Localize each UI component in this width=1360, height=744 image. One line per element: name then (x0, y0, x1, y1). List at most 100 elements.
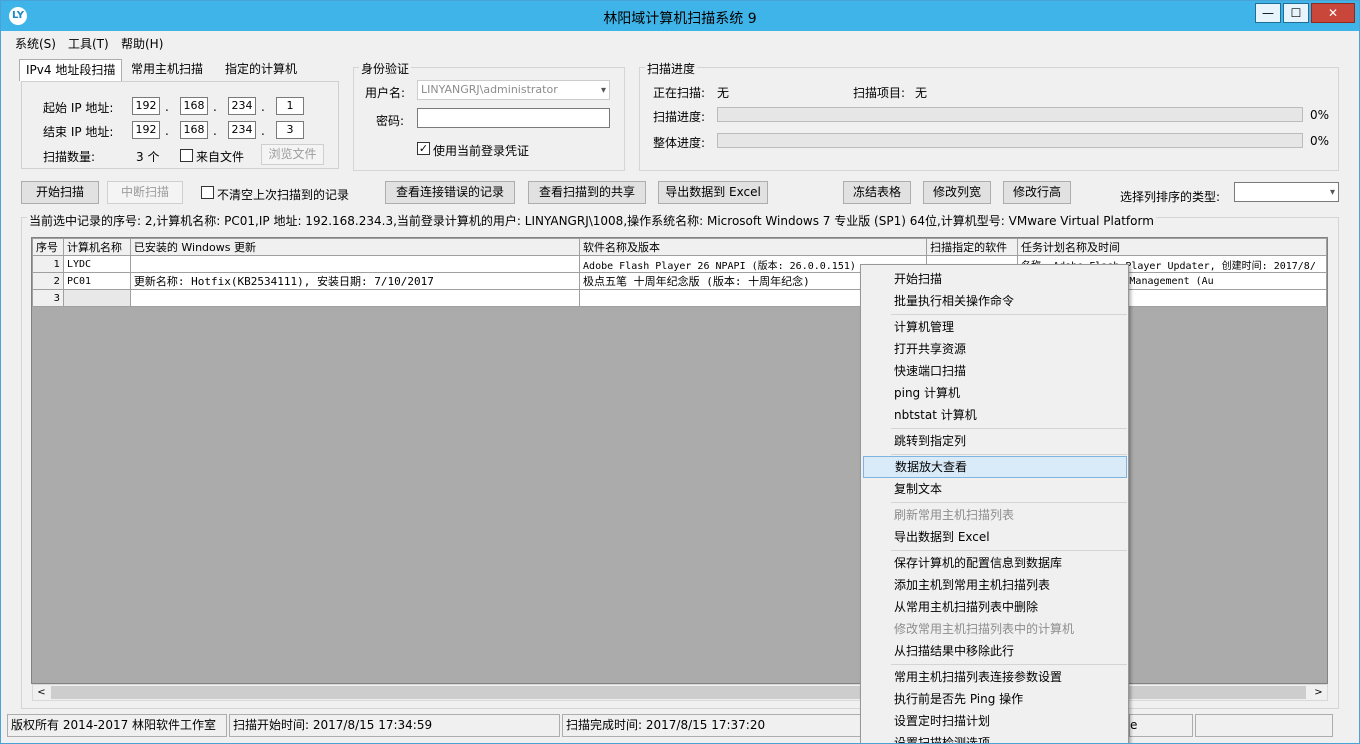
cell-windows-updates[interactable] (129, 255, 581, 273)
status-extra: e (1129, 714, 1193, 737)
view-errors-button[interactable]: 查看连接错误的记录 (385, 181, 515, 204)
horizontal-scrollbar[interactable]: < > (32, 684, 1328, 701)
header-row: 序号 计算机名称 已安装的 Windows 更新 软件名称及版本 扫描指定的软件… (32, 238, 1327, 256)
auth-title: 身份验证 (359, 60, 412, 77)
window-title: 林阳域计算机扫描系统 9 (603, 11, 757, 27)
context-menu-item[interactable]: 计算机管理 (863, 316, 1127, 338)
menu-help[interactable]: 帮助(H) (121, 35, 163, 52)
overall-progress-label: 整体进度: (653, 136, 706, 150)
ip-dot: . (165, 124, 169, 138)
table-row[interactable]: 1 LYDC Adobe Flash Player 26 NPAPI (版本: … (32, 255, 1327, 273)
context-menu-item[interactable]: 导出数据到 Excel (863, 526, 1127, 548)
minimize-button[interactable]: — (1255, 3, 1281, 23)
context-menu-item[interactable]: 设置扫描检测选项 (863, 732, 1127, 743)
menu-separator (891, 502, 1127, 503)
start-scan-button[interactable]: 开始扫描 (21, 181, 99, 204)
results-grid[interactable]: 序号 计算机名称 已安装的 Windows 更新 软件名称及版本 扫描指定的软件… (31, 237, 1328, 684)
selected-record-info: 当前选中记录的序号: 2,计算机名称: PC01,IP 地址: 192.168.… (27, 212, 1156, 229)
keep-records-checkbox[interactable] (201, 186, 214, 199)
column-header-windows-updates[interactable]: 已安装的 Windows 更新 (129, 238, 581, 256)
table-row[interactable]: 3 (32, 289, 1327, 307)
context-menu-item[interactable]: 数据放大查看 (863, 456, 1127, 478)
scan-item-value: 无 (915, 86, 928, 100)
context-menu-item[interactable]: 添加主机到常用主机扫描列表 (863, 574, 1127, 596)
context-menu-item[interactable]: 修改常用主机扫描列表中的计算机 (863, 618, 1127, 640)
scan-progress-label: 扫描进度: (653, 110, 706, 124)
tab-common-hosts[interactable]: 常用主机扫描 (125, 59, 209, 81)
end-ip-octet-3[interactable]: 234 (228, 121, 256, 139)
cell-windows-updates[interactable] (129, 289, 581, 307)
view-shares-button[interactable]: 查看扫描到的共享 (528, 181, 646, 204)
column-header-software[interactable]: 软件名称及版本 (579, 238, 928, 256)
start-ip-octet-4[interactable]: 1 (276, 97, 304, 115)
context-menu-item[interactable]: 开始扫描 (863, 268, 1127, 290)
context-menu-item[interactable]: 执行前是否先 Ping 操作 (863, 688, 1127, 710)
stop-scan-button[interactable]: 中断扫描 (107, 181, 183, 204)
column-header-index[interactable]: 序号 (32, 238, 64, 256)
start-ip-octet-3[interactable]: 234 (228, 97, 256, 115)
username-combo[interactable]: LINYANGRJ\administrator ▾ (417, 80, 610, 100)
context-menu-item[interactable]: 跳转到指定列 (863, 430, 1127, 452)
column-header-specified-software[interactable]: 扫描指定的软件 (926, 238, 1019, 256)
row-height-button[interactable]: 修改行高 (1003, 181, 1071, 204)
browse-file-button[interactable]: 浏览文件 (261, 144, 324, 165)
column-width-button[interactable]: 修改列宽 (923, 181, 991, 204)
ip-dot: . (213, 100, 217, 114)
ip-dot: . (261, 100, 265, 114)
end-ip-octet-2[interactable]: 168 (180, 121, 208, 139)
context-menu-item[interactable]: 保存计算机的配置信息到数据库 (863, 552, 1127, 574)
context-menu-item[interactable]: 从扫描结果中移除此行 (863, 640, 1127, 662)
scan-progress-percent: 0% (1310, 108, 1330, 122)
password-field[interactable] (417, 108, 610, 128)
column-header-scheduled-tasks[interactable]: 任务计划名称及时间 (1017, 238, 1327, 256)
context-menu-item[interactable]: 常用主机扫描列表连接参数设置 (863, 666, 1127, 688)
start-ip-label: 起始 IP 地址: (43, 101, 114, 115)
cell-computer-name[interactable]: LYDC (62, 255, 131, 273)
sort-type-label: 选择列排序的类型: (1120, 190, 1221, 204)
context-menu-item[interactable]: ping 计算机 (863, 382, 1127, 404)
context-menu: 开始扫描 批量执行相关操作命令 计算机管理 打开共享资源 快速端口扫描 ping 计算机 n… (860, 264, 1129, 743)
scanning-label: 正在扫描: (653, 86, 706, 100)
cell-windows-updates[interactable]: 更新名称: Hotfix(KB2534111), 安装日期: 7/10/2017 (129, 272, 581, 290)
ip-dot: . (165, 100, 169, 114)
scan-progress-title: 扫描进度 (645, 60, 698, 77)
ip-dot: . (261, 124, 265, 138)
scroll-left-icon[interactable]: < (33, 685, 50, 700)
start-ip-octet-1[interactable]: 192 (132, 97, 160, 115)
status-copyright: 版权所有 2014-2017 林阳软件工作室 (7, 714, 227, 737)
maximize-button[interactable]: ☐ (1283, 3, 1309, 23)
menu-tools[interactable]: 工具(T) (68, 35, 109, 52)
ip-dot: . (213, 124, 217, 138)
context-menu-item[interactable]: nbtstat 计算机 (863, 404, 1127, 426)
freeze-table-button[interactable]: 冻结表格 (843, 181, 911, 204)
context-menu-item[interactable]: 从常用主机扫描列表中删除 (863, 596, 1127, 618)
table-row[interactable]: 2 PC01 更新名称: Hotfix(KB2534111), 安装日期: 7/… (32, 272, 1327, 290)
context-menu-item[interactable]: 快速端口扫描 (863, 360, 1127, 382)
use-current-credential-checkbox[interactable]: ✓ (417, 142, 430, 155)
tab-specified-computers[interactable]: 指定的计算机 (219, 59, 303, 81)
context-menu-item[interactable]: 刷新常用主机扫描列表 (863, 504, 1127, 526)
end-ip-label: 结束 IP 地址: (43, 125, 114, 139)
context-menu-item[interactable]: 批量执行相关操作命令 (863, 290, 1127, 312)
keep-records-label: 不清空上次扫描到的记录 (217, 188, 350, 202)
close-button[interactable]: ✕ (1311, 3, 1355, 23)
context-menu-item[interactable]: 复制文本 (863, 478, 1127, 500)
row-index: 3 (32, 289, 64, 307)
scroll-right-icon[interactable]: > (1310, 685, 1327, 700)
sort-type-select[interactable]: ▾ (1234, 182, 1339, 202)
tab-ipv4-range[interactable]: IPv4 地址段扫描 (19, 59, 123, 81)
context-menu-item[interactable]: 打开共享资源 (863, 338, 1127, 360)
start-ip-octet-2[interactable]: 168 (180, 97, 208, 115)
menu-system[interactable]: 系统(S) (15, 35, 56, 52)
title-bar[interactable]: LY 林阳域计算机扫描系统 9 — ☐ ✕ (1, 1, 1359, 31)
export-excel-button[interactable]: 导出数据到 Excel (658, 181, 768, 204)
end-ip-octet-4[interactable]: 3 (276, 121, 304, 139)
from-file-checkbox[interactable] (180, 149, 193, 162)
column-header-computer-name[interactable]: 计算机名称 (62, 238, 131, 256)
end-ip-octet-1[interactable]: 192 (132, 121, 160, 139)
status-empty (1195, 714, 1333, 737)
cell-computer-name[interactable] (62, 289, 131, 307)
context-menu-item[interactable]: 设置定时扫描计划 (863, 710, 1127, 732)
cell-computer-name[interactable]: PC01 (62, 272, 131, 290)
username-label: 用户名: (365, 86, 406, 100)
